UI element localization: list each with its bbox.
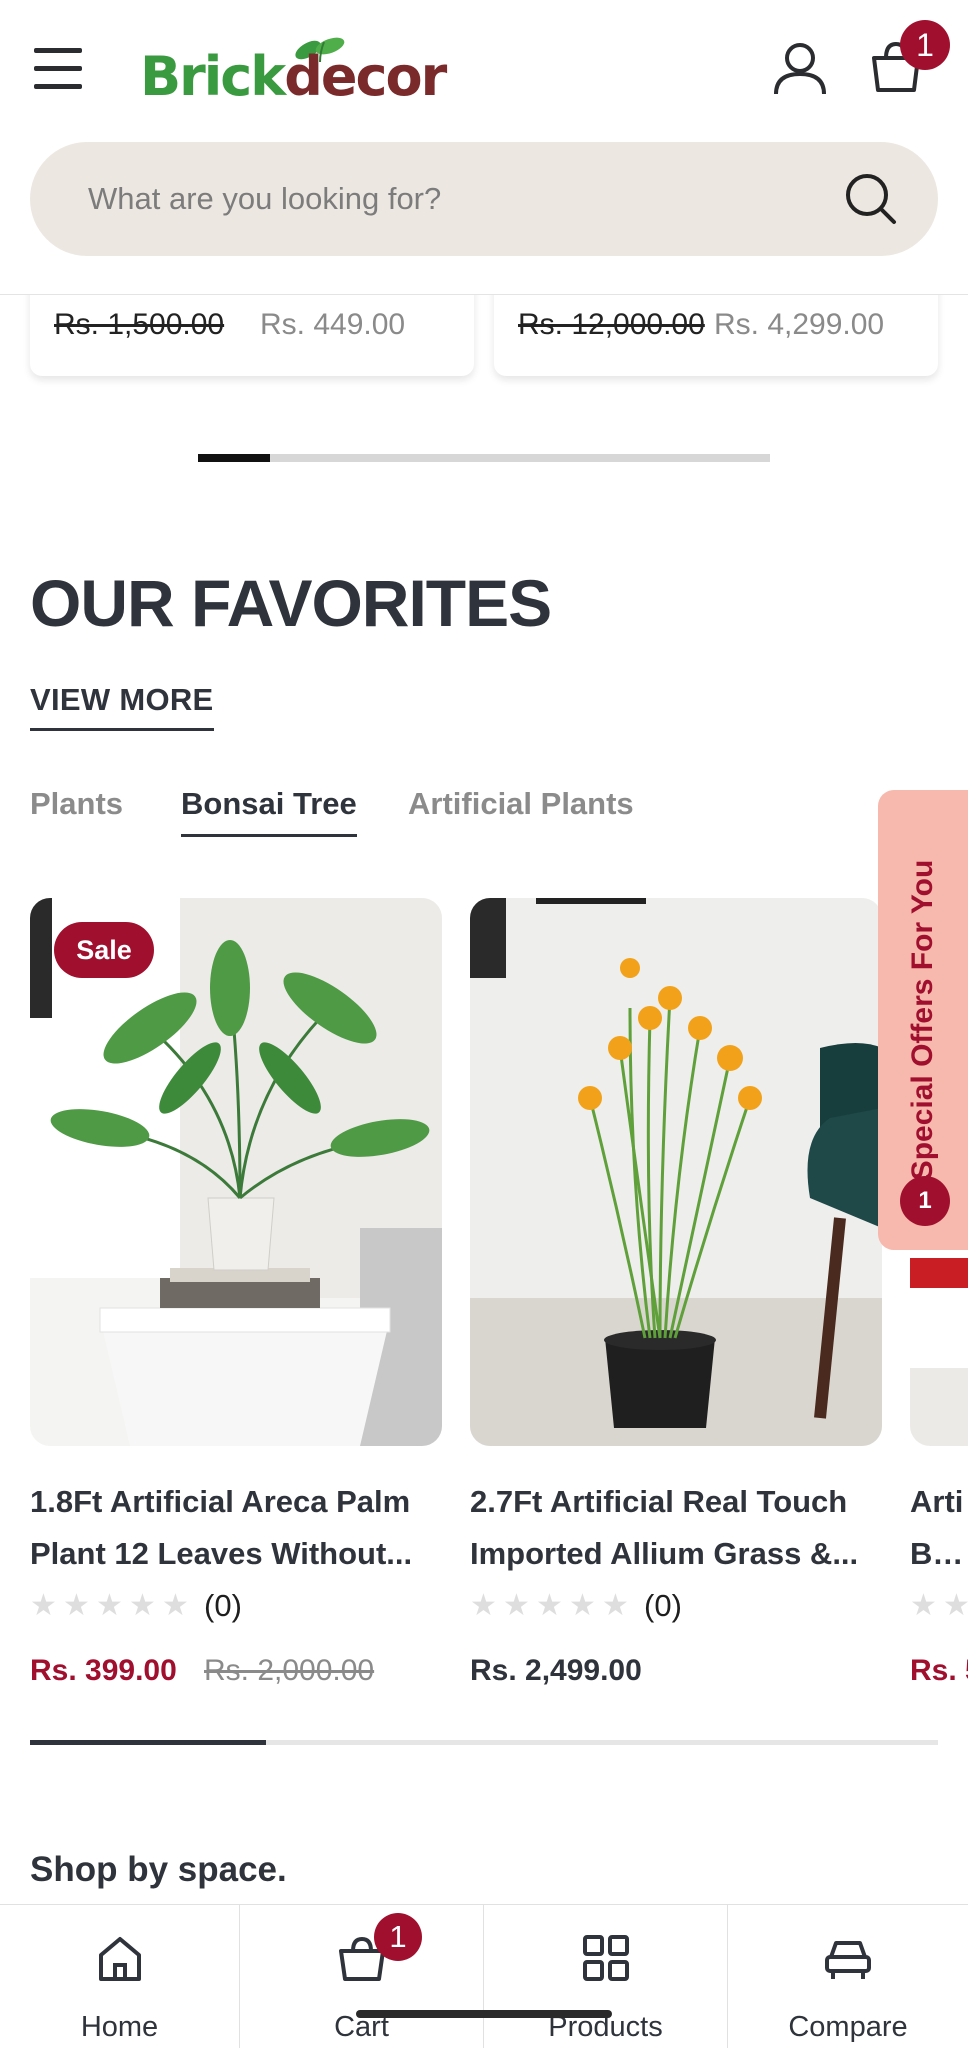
menu-icon[interactable] — [34, 48, 84, 90]
star-icon: ★ — [162, 1589, 189, 1622]
search-icon[interactable] — [842, 170, 900, 228]
car-icon — [825, 1941, 871, 1979]
rating-stars: ★ ★ — [910, 1586, 968, 1626]
sale-badge: Sale — [54, 922, 154, 978]
product-title[interactable]: 1.8Ft Artificial Areca Palm Plant 12 Lea… — [30, 1476, 442, 1580]
star-icon: ★ — [503, 1589, 530, 1622]
home-indicator — [356, 2010, 612, 2018]
star-icon: ★ — [943, 1589, 968, 1622]
star-icon: ★ — [470, 1589, 497, 1622]
product-price: Rs. 5 — [910, 1654, 968, 1687]
product-image[interactable] — [470, 898, 882, 1446]
products-scrollbar[interactable] — [30, 1740, 938, 1745]
sale-price: Rs. 4,299.00 — [714, 308, 885, 341]
star-icon: ★ — [569, 1589, 596, 1622]
review-count: (0) — [644, 1588, 682, 1623]
allium-grass-image — [470, 898, 882, 1446]
nav-compare[interactable]: Compare — [728, 1905, 968, 2048]
tab-plants[interactable]: Plants — [30, 786, 123, 834]
rating-stars: ★ ★ ★ ★ ★ (0) — [30, 1586, 242, 1626]
product-price: Rs. 2,499.00 — [470, 1654, 642, 1687]
rating-stars: ★ ★ ★ ★ ★ (0) — [470, 1586, 682, 1626]
bottom-navigation: Home 1 Cart Products Compare — [0, 1904, 968, 2048]
product-image[interactable]: Sale — [30, 898, 442, 1446]
star-icon: ★ — [30, 1589, 57, 1622]
nav-cart[interactable]: 1 Cart — [240, 1905, 484, 2048]
products-scrollbar-thumb[interactable] — [30, 1740, 267, 1745]
star-icon: ★ — [602, 1589, 629, 1622]
star-icon: ★ — [96, 1589, 123, 1622]
carousel-progress-fill — [198, 454, 270, 462]
original-price: Rs. 12,000.00 — [518, 308, 705, 341]
star-icon: ★ — [129, 1589, 156, 1622]
special-offers-label: Special Offers For You — [906, 859, 939, 1181]
home-icon — [98, 1937, 141, 1981]
product-title[interactable]: Arti Bon — [910, 1476, 968, 1580]
cart-count-badge: 1 — [374, 1913, 422, 1961]
section-title: OUR FAVORITES — [30, 566, 552, 640]
areca-palm-image — [30, 898, 442, 1446]
search-input[interactable] — [88, 142, 828, 256]
brand-logo[interactable]: Brickdecor — [140, 30, 447, 110]
star-icon: ★ — [536, 1589, 563, 1622]
product-price: Rs. 399.00 — [30, 1654, 177, 1687]
review-count: (0) — [204, 1588, 242, 1623]
tab-artificial-plants[interactable]: Artificial Plants — [408, 786, 634, 834]
search-bar[interactable] — [30, 142, 938, 256]
grid-icon — [582, 1935, 629, 1981]
original-price: Rs. 1,500.00 — [54, 308, 225, 341]
tab-bonsai-tree[interactable]: Bonsai Tree — [181, 786, 357, 837]
special-offers-tab[interactable]: Special Offers For You 1 — [878, 790, 968, 1250]
user-icon[interactable] — [770, 38, 830, 98]
product-title[interactable]: 2.7Ft Artificial Real Touch Imported All… — [470, 1476, 882, 1580]
nav-home[interactable]: Home — [0, 1905, 240, 2048]
logo-text: Brickdecor — [140, 45, 447, 108]
nav-products[interactable]: Products — [484, 1905, 728, 2048]
site-header: Brickdecor 1 — [0, 0, 968, 295]
sale-price: Rs. 449.00 — [260, 308, 406, 341]
special-offers-count: 1 — [900, 1176, 950, 1226]
carousel-progress-bar[interactable] — [198, 454, 770, 462]
view-more-link[interactable]: VIEW MORE — [30, 682, 214, 731]
cart-count-badge: 1 — [900, 20, 950, 70]
star-icon: ★ — [63, 1589, 90, 1622]
compare-price: Rs. 2,000.00 — [204, 1654, 375, 1687]
shop-by-space-heading: Shop by space. — [30, 1850, 287, 1889]
star-icon: ★ — [910, 1589, 937, 1622]
